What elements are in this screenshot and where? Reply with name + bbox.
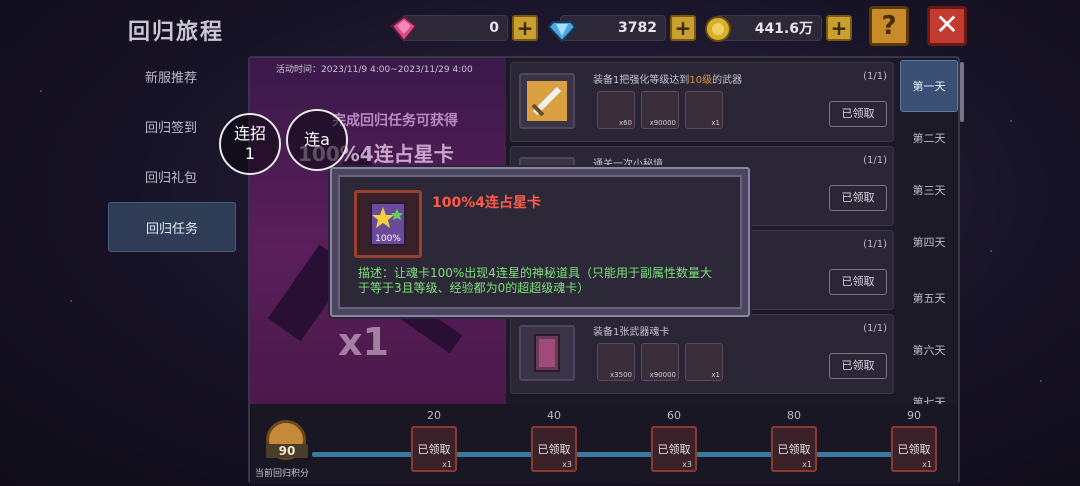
- banner-subtitle: 完成回归任务可获得: [332, 113, 458, 129]
- task-progress: (1/1): [863, 239, 887, 250]
- reward-badge-icon: x1: [685, 343, 723, 381]
- currency-diamond-value: 3782: [618, 20, 657, 36]
- help-button[interactable]: ?: [869, 6, 909, 46]
- question-icon: ?: [881, 11, 897, 41]
- item-name: 100%4连占星卡: [432, 195, 541, 211]
- task-desc: 装备1张武器魂卡: [593, 327, 670, 338]
- milestone-points: 40: [547, 409, 561, 422]
- milestone-reward[interactable]: 已领取 x3: [531, 426, 577, 472]
- milestone-reward[interactable]: 已领取 x1: [411, 426, 457, 472]
- nav-label: 回归签到: [144, 120, 197, 136]
- claimed-button[interactable]: 已领取: [829, 353, 887, 379]
- gold-coin-icon: [705, 16, 731, 42]
- add-gem-button[interactable]: +: [512, 15, 538, 41]
- tab-day-7[interactable]: 第七天: [900, 376, 958, 404]
- soul-card-icon: [519, 325, 575, 381]
- tab-day-2[interactable]: 第二天: [900, 112, 958, 164]
- pink-gem-icon: [390, 15, 418, 43]
- reward-feather-icon: x60: [597, 91, 635, 129]
- tab-day-3[interactable]: 第三天: [900, 164, 958, 216]
- star-card-icon: 100%: [354, 190, 422, 258]
- blue-diamond-icon: [547, 21, 577, 43]
- task-progress: (1/1): [863, 71, 887, 82]
- milestone-reward[interactable]: 已领取 x1: [771, 426, 817, 472]
- reward-exp-icon: x90000: [641, 91, 679, 129]
- add-coin-button[interactable]: +: [826, 15, 852, 41]
- currency-diamond-pill: 3782: [547, 15, 666, 43]
- currency-gem: 0 +: [390, 14, 538, 43]
- reward-badge-icon: x1: [685, 91, 723, 129]
- star-particle: [1040, 380, 1042, 382]
- reward-scroll-icon: x3500: [597, 343, 635, 381]
- combo-a-overlay-button[interactable]: 连a: [286, 109, 348, 171]
- current-points-caption: 当前回归积分: [255, 469, 310, 479]
- points-progress-bar: [250, 404, 958, 484]
- tab-day-6[interactable]: 第六天: [900, 324, 958, 376]
- page-title: 回归旅程: [128, 20, 225, 45]
- claimed-button[interactable]: 已领取: [829, 185, 887, 211]
- reward-exp-icon: x90000: [641, 343, 679, 381]
- nav-label: 回归礼包: [144, 170, 197, 186]
- star-particle: [1010, 120, 1012, 122]
- currency-gem-pill: 0: [390, 15, 508, 43]
- sword-icon: [519, 73, 575, 129]
- nav-return-gift[interactable]: 回归礼包: [108, 152, 234, 200]
- progress-track: [312, 452, 912, 457]
- milestone-points: 80: [787, 409, 801, 422]
- star-particle: [70, 300, 72, 302]
- star-particle: [990, 250, 992, 252]
- milestone-reward[interactable]: 已领取 x3: [651, 426, 697, 472]
- currency-diamond: 3782 +: [547, 14, 696, 43]
- milestone-points: 90: [907, 409, 921, 422]
- task-row: 装备1把强化等级达到10级的武器 (1/1) x60 x90000 x1 已领取: [510, 62, 894, 142]
- tab-day-5[interactable]: 第五天: [900, 272, 958, 324]
- star-particle: [40, 90, 42, 92]
- currency-coin: 441.6万 +: [705, 14, 852, 42]
- milestone-reward[interactable]: 已领取 x1: [891, 426, 937, 472]
- nav-label: 回归任务: [145, 221, 198, 237]
- task-desc: 装备1把强化等级达到10级的武器: [593, 75, 743, 86]
- close-button[interactable]: ✕: [927, 6, 967, 46]
- close-icon: ✕: [935, 8, 959, 41]
- current-points: 90: [266, 444, 308, 458]
- day-scrollbar[interactable]: [960, 62, 964, 122]
- currency-gem-value: 0: [489, 20, 499, 36]
- nav-label: 新服推荐: [144, 70, 197, 86]
- task-progress: (1/1): [863, 323, 887, 334]
- svg-text:100%: 100%: [375, 234, 401, 244]
- tab-day-4[interactable]: 第四天: [900, 216, 958, 268]
- nav-return-tasks[interactable]: 回归任务: [108, 202, 236, 252]
- claimed-button[interactable]: 已领取: [829, 269, 887, 295]
- tab-day-1[interactable]: 第一天: [900, 60, 958, 112]
- currency-coin-value: 441.6万: [754, 21, 813, 37]
- currency-coin-pill: 441.6万: [705, 15, 822, 42]
- task-progress: (1/1): [863, 155, 887, 166]
- claimed-button[interactable]: 已领取: [829, 101, 887, 127]
- add-diamond-button[interactable]: +: [670, 15, 696, 41]
- banner-multiplier: x1: [338, 320, 389, 364]
- milestone-points: 60: [667, 409, 681, 422]
- milestone-points: 20: [427, 409, 441, 422]
- combo-overlay-button[interactable]: 连招 1: [219, 113, 281, 175]
- item-description: 描述：让魂卡100%出现4连星的神秘道具（只能用于副属性数量大于等于3且等级、经…: [358, 266, 712, 295]
- task-row: 装备1张武器魂卡 (1/1) x3500 x90000 x1 已领取: [510, 314, 894, 394]
- event-time: 活动时间：2023/11/9 4:00~2023/11/29 4:00: [276, 65, 473, 75]
- nav-new-server[interactable]: 新服推荐: [108, 52, 234, 100]
- nav-return-signin[interactable]: 回归签到: [108, 102, 234, 150]
